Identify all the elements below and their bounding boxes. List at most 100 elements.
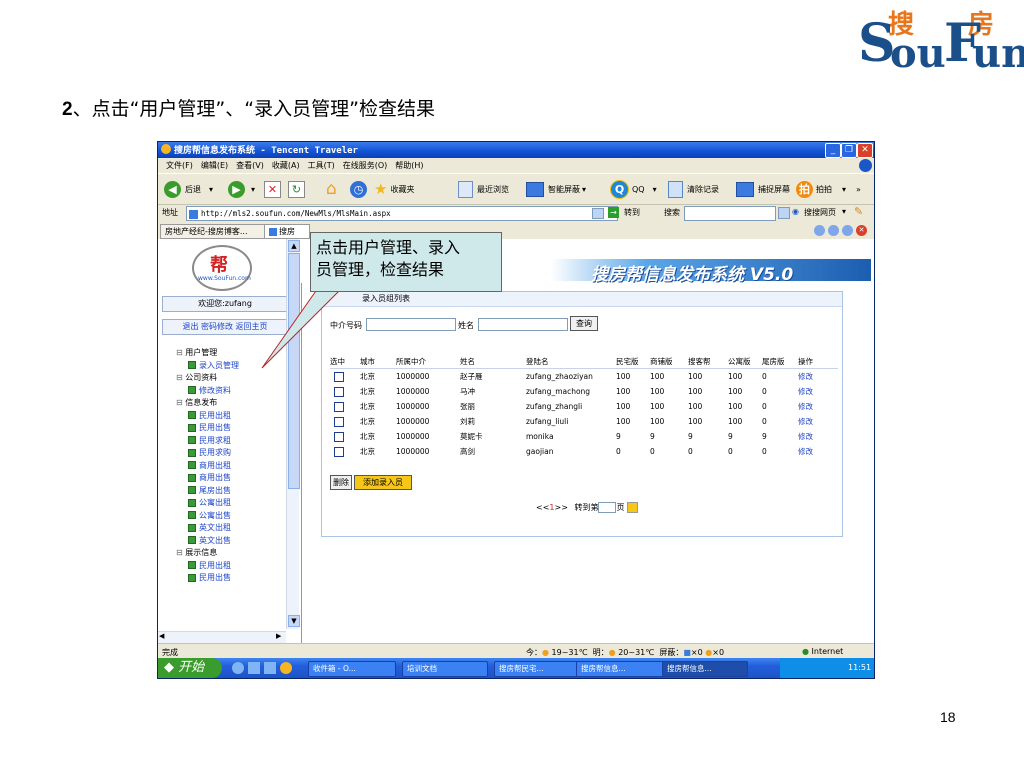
agent-no-input[interactable] — [366, 318, 456, 331]
home-link[interactable]: 返回主页 — [236, 322, 268, 331]
quicklaunch-icon[interactable] — [280, 662, 292, 674]
menu-online[interactable]: 在线服务(O) — [343, 159, 388, 172]
qq-button[interactable]: Q QQ ▾ — [610, 179, 657, 199]
go-label[interactable]: 转到 — [624, 207, 640, 218]
favorites-button[interactable]: ★ 收藏夹 — [374, 180, 414, 198]
tree-item[interactable]: 公寓出租 — [188, 496, 231, 509]
pager-go-icon[interactable] — [627, 502, 638, 513]
collapse-icon[interactable]: ⊟ — [176, 398, 185, 407]
tree-item[interactable]: 民用出租 — [188, 409, 231, 422]
dropdown-icon[interactable] — [592, 208, 604, 219]
forward-button[interactable]: ▶ ▾ — [228, 180, 255, 198]
tab-close-icon[interactable]: ✕ — [856, 225, 867, 236]
edit-link[interactable]: 修改 — [798, 369, 838, 385]
menu-help[interactable]: 帮助(H) — [395, 159, 423, 172]
name-input[interactable] — [478, 318, 568, 331]
quicklaunch-icon[interactable] — [232, 662, 244, 674]
add-operator-button[interactable]: 添加录入员 — [354, 475, 412, 490]
back-button[interactable]: ◀ 后退 ▾ — [164, 180, 213, 198]
edit-link[interactable]: 修改 — [798, 429, 838, 444]
edit-link[interactable]: 修改 — [798, 414, 838, 429]
close-button[interactable]: ✕ — [857, 143, 873, 158]
tab-prev-icon[interactable] — [828, 225, 839, 236]
search-dropdown-icon[interactable] — [778, 207, 790, 219]
task-soufun-1[interactable]: 搜房帮民宅... — [494, 661, 580, 677]
row-checkbox[interactable] — [334, 446, 344, 457]
tree-item[interactable]: 商用出售 — [188, 471, 231, 484]
tab-scroll-icon[interactable] — [814, 225, 825, 236]
tab-blog[interactable]: 房地产经纪-搜房博客... — [160, 224, 266, 239]
paipai-button[interactable]: 拍拍拍 ▾ » — [796, 180, 861, 198]
row-checkbox[interactable] — [334, 401, 344, 412]
task-soufun-2[interactable]: 搜房帮信息... — [576, 661, 666, 677]
menu-view[interactable]: 查看(V) — [236, 159, 264, 172]
edit-link[interactable]: 修改 — [798, 384, 838, 399]
collapse-icon[interactable]: ⊟ — [176, 348, 185, 357]
search-input[interactable] — [684, 206, 776, 221]
scroll-right-icon[interactable]: ▶ — [276, 632, 281, 640]
left-hscrollbar[interactable]: ◀ ▶ — [158, 631, 286, 643]
tree-item[interactable]: ⊟ 公司资料 — [176, 371, 217, 384]
row-checkbox[interactable] — [334, 431, 344, 442]
row-checkbox[interactable] — [334, 416, 344, 427]
edit-link[interactable]: 修改 — [798, 399, 838, 414]
home-button[interactable]: ⌂ — [326, 179, 337, 199]
task-inbox[interactable]: 收件箱 - O... — [308, 661, 396, 677]
minimize-button[interactable]: _ — [825, 143, 841, 158]
tree-item[interactable]: 尾房出售 — [188, 484, 231, 497]
row-checkbox[interactable] — [334, 386, 344, 397]
left-scrollbar[interactable]: ▲ ▼ — [286, 239, 300, 629]
menu-tools[interactable]: 工具(T) — [308, 159, 335, 172]
scroll-left-icon[interactable]: ◀ — [159, 632, 164, 640]
menu-favorites[interactable]: 收藏(A) — [272, 159, 300, 172]
collapse-icon[interactable]: ⊟ — [176, 548, 185, 557]
delete-button[interactable]: 删除 — [330, 475, 352, 490]
row-checkbox[interactable] — [334, 371, 344, 382]
menu-file[interactable]: 文件(F) — [166, 159, 193, 172]
search-web-button[interactable]: 搜搜网页 — [804, 207, 836, 218]
pencil-icon[interactable]: ✎ — [854, 205, 863, 218]
tree-item[interactable]: 英文出售 — [188, 534, 231, 547]
collapse-icon[interactable]: ⊟ — [176, 373, 185, 382]
tree-item[interactable]: 民用求购 — [188, 446, 231, 459]
pager-next[interactable]: >> — [555, 503, 568, 512]
tree-item[interactable]: ⊟ 展示信息 — [176, 546, 217, 559]
history-button[interactable]: ◷ — [350, 180, 367, 198]
tree-item[interactable]: 民用求租 — [188, 434, 231, 447]
task-soufun-3[interactable]: 搜房帮信息... — [662, 661, 748, 677]
pager-input[interactable] — [598, 502, 617, 513]
capture-button[interactable]: 捕捉屏幕 — [736, 180, 790, 198]
quicklaunch-icon[interactable] — [264, 662, 276, 674]
task-training[interactable]: 培训文档 — [402, 661, 488, 677]
pager-prev[interactable]: << — [536, 503, 549, 512]
recent-button[interactable]: 最近浏览 — [458, 180, 509, 198]
tree-item[interactable]: 民用出售 — [188, 571, 231, 584]
tree-item[interactable]: 民用出租 — [188, 559, 231, 572]
stop-button[interactable]: ✕ — [264, 180, 281, 198]
search-button[interactable]: 查询 — [570, 316, 598, 331]
menu-edit[interactable]: 编辑(E) — [201, 159, 228, 172]
go-icon[interactable]: → — [608, 207, 619, 218]
clear-history-button[interactable]: 清除记录 — [668, 180, 719, 198]
tree-item[interactable]: 英文出租 — [188, 521, 231, 534]
refresh-button[interactable]: ↻ — [288, 180, 305, 198]
tab-next-icon[interactable] — [842, 225, 853, 236]
tree-item[interactable]: 公寓出售 — [188, 509, 231, 522]
maximize-button[interactable]: ❐ — [841, 143, 857, 158]
change-password-link[interactable]: 密码修改 — [201, 322, 233, 331]
chevron-down-icon[interactable]: ▾ — [842, 207, 846, 216]
tree-item[interactable]: 修改资料 — [188, 384, 231, 397]
tab-soufun[interactable]: 搜房 — [264, 224, 310, 239]
smart-screen-button[interactable]: 智能屏蔽 ▾ — [526, 180, 586, 198]
tree-item[interactable]: ⊟ 用户管理 — [176, 346, 217, 359]
tree-item[interactable]: ⊟ 信息发布 — [176, 396, 217, 409]
quicklaunch-icon[interactable] — [248, 662, 260, 674]
scroll-up-icon[interactable]: ▲ — [288, 240, 300, 252]
logout-link[interactable]: 退出 — [182, 322, 198, 331]
tree-item[interactable]: 民用出售 — [188, 421, 231, 434]
tree-item[interactable]: 录入员管理 — [188, 359, 239, 372]
address-input[interactable]: http://mls2.soufun.com/NewMls/MlsMain.as… — [186, 206, 618, 221]
more-icon[interactable]: » — [856, 185, 861, 194]
tree-item[interactable]: 商用出租 — [188, 459, 231, 472]
start-button[interactable]: ◆ 开始 — [158, 658, 222, 678]
